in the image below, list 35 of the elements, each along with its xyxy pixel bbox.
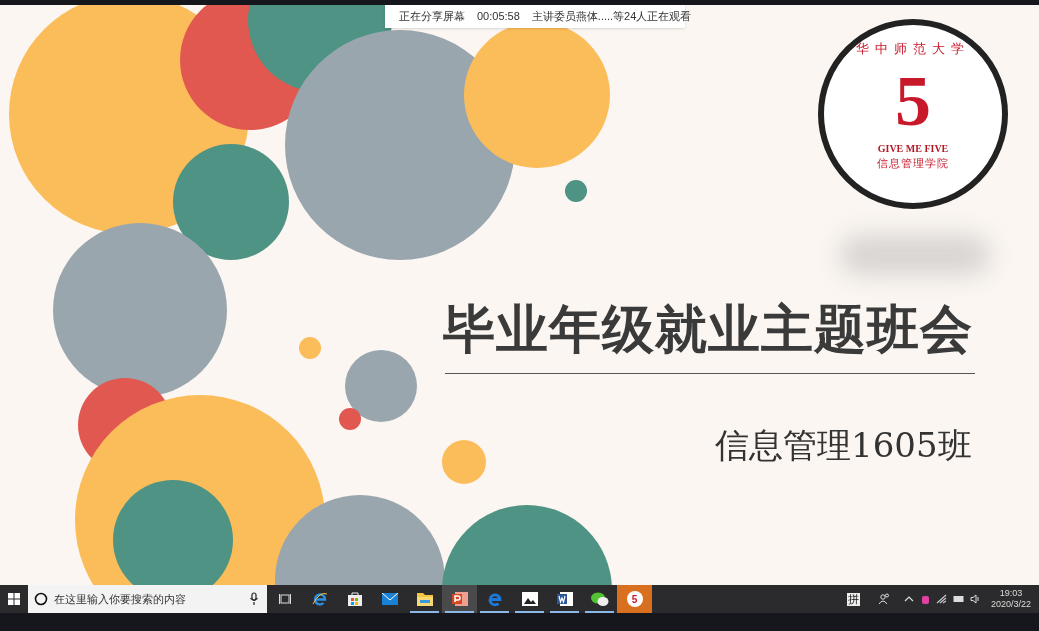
viewer-count: 主讲委员燕体.....等24人正在观看 xyxy=(531,9,692,25)
chevron-up-icon[interactable] xyxy=(903,596,914,602)
speaker-icon[interactable] xyxy=(969,594,981,604)
logo-numeral: 5 xyxy=(895,60,931,141)
microphone-icon[interactable] xyxy=(249,592,259,606)
sharing-status: 正在分享屏幕 xyxy=(399,9,465,25)
clock-time: 19:03 xyxy=(999,588,1023,599)
elapsed-time: 00:05:58 xyxy=(477,9,520,25)
logo-tagline: GIVE ME FIVE xyxy=(877,141,949,156)
app-taskbar-button[interactable]: 5 xyxy=(617,585,652,613)
wifi-icon[interactable] xyxy=(935,594,947,604)
clock[interactable]: 19:03 2020/3/22 xyxy=(990,588,1031,610)
university-name: 华中师范大学 xyxy=(856,40,970,58)
slides-app-icon xyxy=(451,591,468,607)
landscape-picture-icon xyxy=(521,592,538,606)
search-icon xyxy=(34,592,48,606)
chat-bubbles-icon xyxy=(590,591,609,607)
browser-e-icon xyxy=(486,591,503,607)
task-view-icon xyxy=(278,593,291,605)
folder-icon xyxy=(416,592,433,606)
slide-subtitle: 信息管理1605班 xyxy=(715,424,972,467)
clock-date: 2020/3/22 xyxy=(990,599,1031,610)
shopping-bag-icon xyxy=(346,591,363,607)
windows-logo-icon xyxy=(8,593,20,605)
college-name: 信息管理学院 xyxy=(877,155,949,172)
document-w-icon xyxy=(556,591,573,607)
battery-icon[interactable] xyxy=(952,595,964,603)
search-field[interactable]: 在这里输入你要搜索的内容 xyxy=(28,585,267,613)
people-icon[interactable] xyxy=(877,593,890,605)
envelope-icon xyxy=(381,593,398,605)
tray-app-icon[interactable] xyxy=(920,593,930,605)
browser-e-icon xyxy=(311,591,328,607)
slide-title: 毕业年级就业主题班会 xyxy=(443,299,973,360)
app-taskbar-button[interactable] xyxy=(442,585,477,613)
input-method-indicator[interactable]: 拼 xyxy=(846,592,860,606)
